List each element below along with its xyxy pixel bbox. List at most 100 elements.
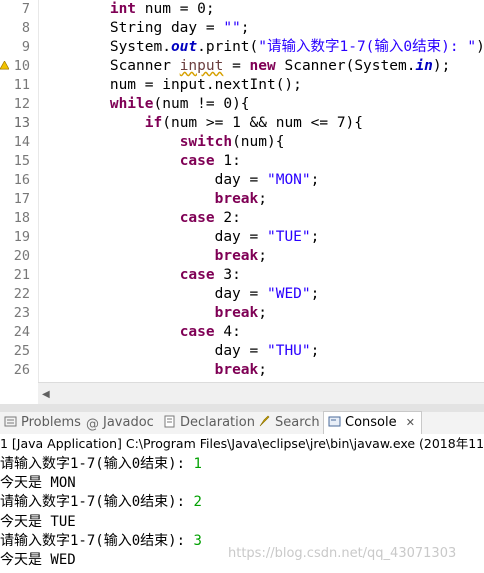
code-text: day = "MON"; bbox=[40, 171, 320, 190]
code-line[interactable]: 19 day = "TUE"; bbox=[0, 228, 484, 247]
tab-console[interactable]: Console ✕ bbox=[323, 411, 422, 435]
tab-label: Declaration bbox=[180, 415, 255, 430]
console-line: 今天是 WED bbox=[0, 551, 76, 570]
line-number: 20 bbox=[13, 248, 30, 264]
code-token: Scanner(System. bbox=[275, 58, 416, 74]
code-token: ); bbox=[476, 39, 484, 55]
code-line[interactable]: 20 break; bbox=[0, 247, 484, 266]
line-number: 25 bbox=[13, 343, 30, 359]
code-token: 4: bbox=[214, 324, 241, 340]
tab-javadoc[interactable]: @ Javadoc bbox=[86, 412, 154, 434]
line-number: 10 bbox=[13, 58, 30, 74]
code-line[interactable]: 7 int num = 0; bbox=[0, 0, 484, 19]
code-token: ; bbox=[240, 20, 250, 36]
code-text: break; bbox=[40, 190, 267, 209]
code-line[interactable]: 22 day = "WED"; bbox=[0, 285, 484, 304]
code-line[interactable]: 21 case 3: bbox=[0, 266, 484, 285]
code-text: int num = 0; bbox=[40, 0, 215, 19]
code-token: if bbox=[144, 115, 163, 131]
code-token: in bbox=[415, 58, 433, 74]
code-token: ; bbox=[310, 229, 320, 245]
code-text: String day = ""; bbox=[40, 19, 250, 38]
code-token: 2: bbox=[214, 210, 241, 226]
code-token: "THU" bbox=[266, 343, 311, 359]
line-number: 9 bbox=[21, 39, 30, 55]
code-line[interactable]: 10 Scanner input = new Scanner(System.in… bbox=[0, 57, 484, 76]
line-number: 15 bbox=[13, 153, 30, 169]
code-line[interactable]: 24 case 4: bbox=[0, 323, 484, 342]
code-text: Scanner input = new Scanner(System.in); bbox=[40, 57, 451, 76]
code-token: while bbox=[109, 96, 154, 112]
code-line[interactable]: 26 break; bbox=[0, 361, 484, 380]
code-line[interactable]: 18 case 2: bbox=[0, 209, 484, 228]
code-line[interactable]: 12 while(num != 0){ bbox=[0, 95, 484, 114]
code-token: case bbox=[179, 153, 215, 169]
watermark: https://blog.csdn.net/qq_43071303 bbox=[228, 546, 457, 561]
line-number: 12 bbox=[13, 96, 30, 112]
tab-label: Search bbox=[275, 415, 320, 430]
code-line[interactable]: 15 case 1: bbox=[0, 152, 484, 171]
code-token: "MON" bbox=[266, 172, 311, 188]
scroll-left-icon[interactable]: ◀ bbox=[42, 389, 50, 400]
problems-icon bbox=[4, 416, 17, 427]
console-text: 今天是 TUE bbox=[0, 513, 76, 530]
tab-search[interactable]: Search bbox=[258, 412, 320, 434]
code-token: case bbox=[179, 267, 215, 283]
code-line[interactable]: 25 day = "THU"; bbox=[0, 342, 484, 361]
close-icon[interactable]: ✕ bbox=[406, 416, 415, 429]
code-text: day = "WED"; bbox=[40, 285, 320, 304]
horizontal-scrollbar[interactable]: ◀ bbox=[38, 382, 484, 405]
code-line[interactable]: 11 num = input.nextInt(); bbox=[0, 76, 484, 95]
code-token: ; bbox=[310, 286, 320, 302]
code-token: "WED" bbox=[266, 286, 311, 302]
code-text: case 3: bbox=[40, 266, 241, 285]
code-text: case 4: bbox=[40, 323, 241, 342]
code-line[interactable]: 14 switch(num){ bbox=[0, 133, 484, 152]
code-line[interactable]: 9 System.out.print("请输入数字1-7(输入0结束): "); bbox=[0, 38, 484, 57]
line-number: 17 bbox=[13, 191, 30, 207]
code-token: String day = bbox=[40, 20, 224, 36]
code-line[interactable]: 17 break; bbox=[0, 190, 484, 209]
code-token: out bbox=[170, 39, 198, 55]
gutter-footer bbox=[0, 382, 38, 404]
code-text: break; bbox=[40, 304, 267, 323]
console-icon bbox=[328, 416, 341, 427]
code-text: day = "TUE"; bbox=[40, 228, 320, 247]
code-token: new bbox=[249, 58, 276, 74]
code-line[interactable]: 23 break; bbox=[0, 304, 484, 323]
search-icon bbox=[259, 415, 270, 427]
console-text: 今天是 WED bbox=[0, 552, 76, 568]
code-token: ; bbox=[258, 191, 267, 207]
console-line: 今天是 MON bbox=[0, 474, 76, 493]
code-line[interactable]: 8 String day = ""; bbox=[0, 19, 484, 38]
console-user-input: 3 bbox=[193, 532, 202, 549]
line-number: 21 bbox=[13, 267, 30, 283]
code-token: 1: bbox=[214, 153, 241, 169]
code-line[interactable]: 16 day = "MON"; bbox=[0, 171, 484, 190]
line-number: 19 bbox=[13, 229, 30, 245]
code-token: Scanner bbox=[40, 58, 180, 74]
console-description: 1 [Java Application] C:\Program Files\Ja… bbox=[0, 434, 484, 454]
code-editor[interactable]: 7 int num = 0; 8 String day = ""; 9 System… bbox=[0, 0, 484, 382]
code-token: case bbox=[179, 210, 215, 226]
code-text: if(num >= 1 && num <= 7){ bbox=[40, 114, 363, 133]
code-line[interactable]: 13 if(num >= 1 && num <= 7){ bbox=[0, 114, 484, 133]
tab-declaration[interactable]: Declaration bbox=[163, 412, 255, 434]
tab-problems[interactable]: Problems bbox=[4, 412, 81, 434]
code-token: ); bbox=[432, 58, 451, 74]
console-line: 请输入数字1-7(输入0结束): 1 bbox=[0, 455, 202, 474]
code-text: day = "THU"; bbox=[40, 342, 320, 361]
line-number: 8 bbox=[21, 20, 30, 36]
console-text: 请输入数字1-7(输入0结束): bbox=[0, 494, 194, 511]
code-token: ; bbox=[258, 248, 267, 264]
code-token: (num){ bbox=[232, 134, 285, 150]
code-token: num = input.nextInt(); bbox=[40, 77, 302, 93]
